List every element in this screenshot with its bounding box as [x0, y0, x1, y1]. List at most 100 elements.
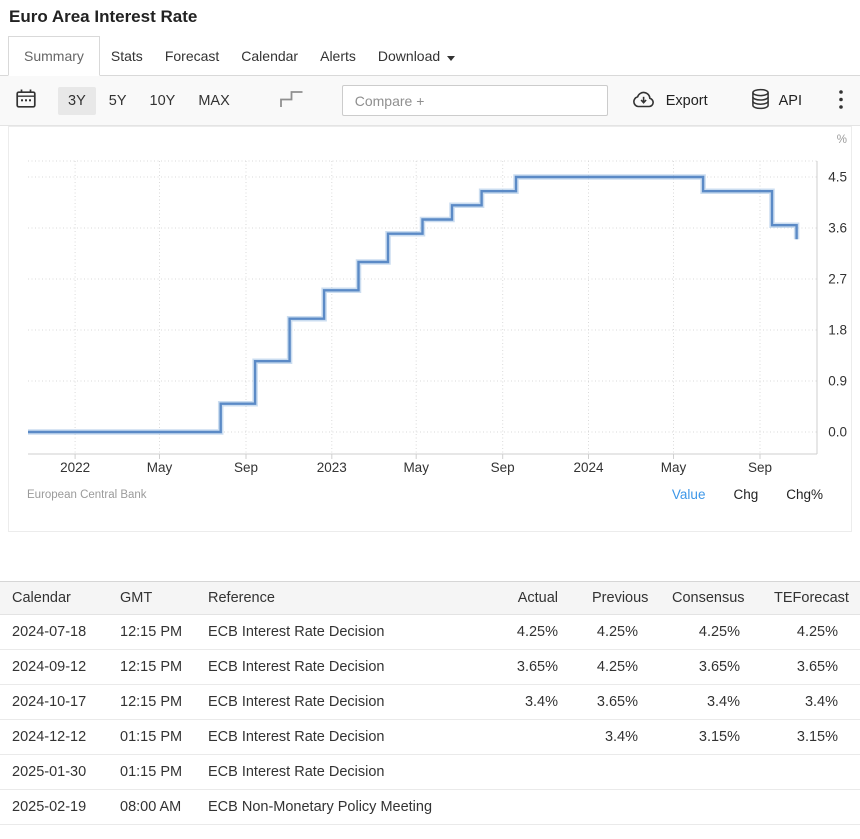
- cell-reference: ECB Non-Monetary Policy Meeting: [196, 790, 498, 825]
- kebab-menu-icon: [838, 89, 844, 113]
- cloud-download-icon: [630, 89, 658, 113]
- export-button[interactable]: Export: [626, 85, 712, 117]
- cell-gmt: 12:15 PM: [108, 615, 196, 650]
- step-chart-type-button[interactable]: [273, 84, 310, 117]
- column-header-consensus: Consensus: [660, 582, 762, 615]
- tab-summary[interactable]: Summary: [8, 36, 100, 76]
- calendar-icon: [14, 88, 38, 113]
- chart-panel: 0.00.91.82.73.64.52022MaySep2023MaySep20…: [8, 126, 852, 532]
- column-header-actual: Actual: [498, 582, 580, 615]
- chart-source: European Central Bank: [27, 489, 147, 501]
- svg-text:2024: 2024: [573, 460, 604, 475]
- tab-bar: SummaryStatsForecastCalendarAlertsDownlo…: [0, 35, 860, 76]
- cell-previous: 3.4%: [580, 720, 660, 755]
- cell-reference: ECB Interest Rate Decision: [196, 685, 498, 720]
- cell-actual: 3.4%: [498, 685, 580, 720]
- api-label: API: [779, 93, 802, 109]
- cell-calendar: 2024-12-12: [0, 720, 108, 755]
- tab-stats[interactable]: Stats: [100, 37, 154, 75]
- range-button-10y[interactable]: 10Y: [140, 87, 186, 115]
- cell-previous: 4.25%: [580, 650, 660, 685]
- cell-consensus: 3.15%: [660, 720, 762, 755]
- column-header-previous: Previous: [580, 582, 660, 615]
- column-header-gmt: GMT: [108, 582, 196, 615]
- more-options-button[interactable]: [832, 87, 850, 115]
- svg-text:May: May: [403, 460, 429, 475]
- table-header-row: CalendarGMTReferenceActualPreviousConsen…: [0, 582, 860, 615]
- table-row[interactable]: 2025-02-1908:00 AMECB Non-Monetary Polic…: [0, 790, 860, 825]
- tab-forecast[interactable]: Forecast: [154, 37, 230, 75]
- svg-text:Sep: Sep: [748, 460, 772, 475]
- cell-consensus: [660, 755, 762, 790]
- range-buttons: 3Y5Y10YMAX: [58, 87, 243, 115]
- cell-actual: [498, 790, 580, 825]
- page-title: Euro Area Interest Rate: [9, 7, 860, 27]
- display-mode-chg-pct[interactable]: Chg%: [786, 487, 823, 502]
- cell-teforecast: 3.65%: [762, 650, 860, 685]
- cell-reference: ECB Interest Rate Decision: [196, 615, 498, 650]
- svg-text:May: May: [661, 460, 687, 475]
- svg-text:0.0: 0.0: [828, 425, 847, 440]
- cell-consensus: 3.4%: [660, 685, 762, 720]
- cell-consensus: [660, 790, 762, 825]
- table-row[interactable]: 2024-10-1712:15 PMECB Interest Rate Deci…: [0, 685, 860, 720]
- column-header-teforecast: TEForecast: [762, 582, 860, 615]
- step-line-icon: [277, 88, 306, 113]
- svg-text:3.6: 3.6: [828, 221, 847, 236]
- cell-reference: ECB Interest Rate Decision: [196, 755, 498, 790]
- interest-rate-chart[interactable]: 0.00.91.82.73.64.52022MaySep2023MaySep20…: [9, 127, 851, 479]
- cell-actual: [498, 755, 580, 790]
- compare-input[interactable]: [342, 85, 608, 116]
- calendar-table: CalendarGMTReferenceActualPreviousConsen…: [0, 581, 860, 825]
- tab-alerts[interactable]: Alerts: [309, 37, 367, 75]
- cell-teforecast: [762, 790, 860, 825]
- range-button-max[interactable]: MAX: [188, 87, 239, 115]
- svg-text:Sep: Sep: [234, 460, 258, 475]
- cell-reference: ECB Interest Rate Decision: [196, 720, 498, 755]
- svg-text:0.9: 0.9: [828, 374, 847, 389]
- cell-actual: 3.65%: [498, 650, 580, 685]
- cell-reference: ECB Interest Rate Decision: [196, 650, 498, 685]
- cell-gmt: 12:15 PM: [108, 650, 196, 685]
- table-row[interactable]: 2024-12-1201:15 PMECB Interest Rate Deci…: [0, 720, 860, 755]
- chart-toolbar: 3Y5Y10YMAX Export: [0, 76, 860, 126]
- cell-teforecast: 4.25%: [762, 615, 860, 650]
- cell-calendar: 2024-09-12: [0, 650, 108, 685]
- tab-calendar[interactable]: Calendar: [230, 37, 309, 75]
- display-mode-chg[interactable]: Chg: [733, 487, 758, 502]
- range-button-5y[interactable]: 5Y: [99, 87, 137, 115]
- cell-gmt: 12:15 PM: [108, 685, 196, 720]
- svg-text:1.8: 1.8: [828, 323, 847, 338]
- cell-teforecast: 3.4%: [762, 685, 860, 720]
- svg-text:2.7: 2.7: [828, 272, 847, 287]
- range-button-3y[interactable]: 3Y: [58, 87, 96, 115]
- api-button[interactable]: API: [746, 84, 806, 118]
- cell-gmt: 01:15 PM: [108, 720, 196, 755]
- column-header-calendar: Calendar: [0, 582, 108, 615]
- cell-gmt: 01:15 PM: [108, 755, 196, 790]
- cell-calendar: 2025-01-30: [0, 755, 108, 790]
- tab-download[interactable]: Download: [367, 37, 466, 75]
- display-mode-links: Value Chg Chg%: [672, 487, 833, 502]
- table-row[interactable]: 2025-01-3001:15 PMECB Interest Rate Deci…: [0, 755, 860, 790]
- cell-calendar: 2024-07-18: [0, 615, 108, 650]
- export-label: Export: [666, 93, 708, 109]
- cell-previous: [580, 755, 660, 790]
- svg-text:Sep: Sep: [491, 460, 515, 475]
- date-range-calendar-button[interactable]: [10, 84, 42, 117]
- cell-teforecast: 3.15%: [762, 720, 860, 755]
- svg-text:4.5: 4.5: [828, 170, 847, 185]
- column-header-reference: Reference: [196, 582, 498, 615]
- cell-previous: 4.25%: [580, 615, 660, 650]
- cell-teforecast: [762, 755, 860, 790]
- svg-text:2022: 2022: [60, 460, 90, 475]
- cell-consensus: 4.25%: [660, 615, 762, 650]
- cell-actual: [498, 720, 580, 755]
- svg-text:May: May: [147, 460, 173, 475]
- table-row[interactable]: 2024-07-1812:15 PMECB Interest Rate Deci…: [0, 615, 860, 650]
- cell-calendar: 2024-10-17: [0, 685, 108, 720]
- database-icon: [750, 88, 771, 114]
- table-row[interactable]: 2024-09-1212:15 PMECB Interest Rate Deci…: [0, 650, 860, 685]
- svg-text:%: %: [837, 134, 847, 146]
- display-mode-value[interactable]: Value: [672, 487, 706, 502]
